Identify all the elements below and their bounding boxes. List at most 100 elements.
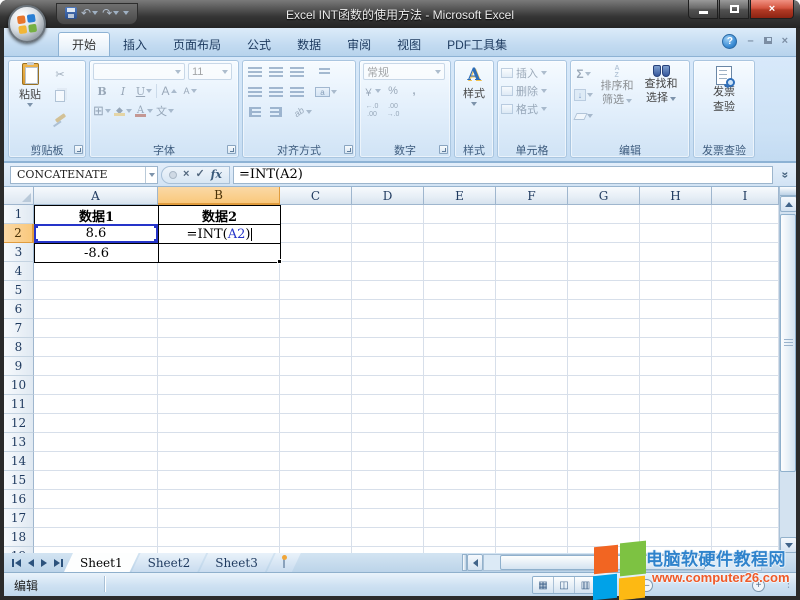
grid-cell-B13[interactable]: [158, 433, 280, 452]
first-sheet-button[interactable]: [12, 559, 21, 567]
cell-styles-button[interactable]: A 样式: [458, 63, 490, 106]
grid-cell-B17[interactable]: [158, 509, 280, 528]
grid-cell-B5[interactable]: [158, 281, 280, 300]
grid-cell-B8[interactable]: [158, 338, 280, 357]
row-header-2[interactable]: 2: [4, 224, 34, 243]
grid-cell-H16[interactable]: [640, 490, 712, 509]
grid-cell-E14[interactable]: [424, 452, 496, 471]
grid-cell-E15[interactable]: [424, 471, 496, 490]
redo-button[interactable]: ↷: [102, 7, 119, 19]
grid-cell-A11[interactable]: [34, 395, 158, 414]
prev-sheet-button[interactable]: [28, 559, 34, 567]
grid-cell-I17[interactable]: [712, 509, 779, 528]
grid-cell-I3[interactable]: [712, 243, 779, 262]
grid-cell-F13[interactable]: [496, 433, 568, 452]
wrap-text-button[interactable]: [315, 63, 333, 81]
align-center-button[interactable]: [267, 83, 285, 101]
grid-cell-G1[interactable]: [568, 205, 640, 224]
grid-cell-C13[interactable]: [280, 433, 352, 452]
column-header-H[interactable]: H: [640, 187, 712, 205]
grid-cell-H1[interactable]: [640, 205, 712, 224]
column-header-E[interactable]: E: [424, 187, 496, 205]
column-header-D[interactable]: D: [352, 187, 424, 205]
align-middle-button[interactable]: [267, 63, 285, 81]
row-header-17[interactable]: 17: [4, 509, 34, 528]
increase-decimal-button[interactable]: ←.0.00: [363, 102, 381, 120]
grid-cell-H9[interactable]: [640, 357, 712, 376]
row-header-15[interactable]: 15: [4, 471, 34, 490]
grid-cell-C9[interactable]: [280, 357, 352, 376]
formula-input[interactable]: =INT(A2): [233, 166, 773, 184]
grid-cell-D13[interactable]: [352, 433, 424, 452]
tab-review[interactable]: 审阅: [334, 32, 384, 56]
font-name-combo[interactable]: [93, 63, 185, 80]
grid-cell-F1[interactable]: [496, 205, 568, 224]
grid-cell-A6[interactable]: [34, 300, 158, 319]
delete-cells-button[interactable]: 删除: [516, 83, 538, 99]
font-size-combo[interactable]: 11: [188, 63, 232, 80]
grid-cell-E12[interactable]: [424, 414, 496, 433]
grid-cell-D2[interactable]: [352, 224, 424, 243]
grid-cell-F17[interactable]: [496, 509, 568, 528]
minimize-button[interactable]: [688, 0, 718, 19]
enter-entry-button[interactable]: ✓: [195, 169, 204, 180]
row-header-11[interactable]: 11: [4, 395, 34, 414]
column-header-G[interactable]: G: [568, 187, 640, 205]
grid-cell-B14[interactable]: [158, 452, 280, 471]
grid-cell-F9[interactable]: [496, 357, 568, 376]
row-header-13[interactable]: 13: [4, 433, 34, 452]
sheet-tab-sheet3[interactable]: Sheet3: [199, 553, 274, 572]
grid-cell-G18[interactable]: [568, 528, 640, 547]
grid-cell-G7[interactable]: [568, 319, 640, 338]
resize-grip-icon[interactable]: ⋮: [783, 577, 794, 590]
grid-cell-A14[interactable]: [34, 452, 158, 471]
row-header-7[interactable]: 7: [4, 319, 34, 338]
grid-cell-D8[interactable]: [352, 338, 424, 357]
grid-cell-C5[interactable]: [280, 281, 352, 300]
tab-formulas[interactable]: 公式: [234, 32, 284, 56]
row-header-12[interactable]: 12: [4, 414, 34, 433]
grid-cell-B10[interactable]: [158, 376, 280, 395]
grid-cell-G8[interactable]: [568, 338, 640, 357]
horizontal-scrollbar[interactable]: [462, 554, 762, 571]
grid-cell-D7[interactable]: [352, 319, 424, 338]
column-header-F[interactable]: F: [496, 187, 568, 205]
font-dialog-launcher[interactable]: [227, 145, 236, 154]
grid-cell-B15[interactable]: [158, 471, 280, 490]
grid-cell-A12[interactable]: [34, 414, 158, 433]
grid-cell-B11[interactable]: [158, 395, 280, 414]
select-all-corner[interactable]: [4, 187, 34, 205]
grid-cell-I6[interactable]: [712, 300, 779, 319]
autosum-button[interactable]: Σ: [574, 65, 593, 83]
grid-cell-E4[interactable]: [424, 262, 496, 281]
grid-cell-E6[interactable]: [424, 300, 496, 319]
row-header-6[interactable]: 6: [4, 300, 34, 319]
grid-cell-A13[interactable]: [34, 433, 158, 452]
align-right-button[interactable]: [288, 83, 306, 101]
invoice-check-button[interactable]: 发票 查验: [697, 63, 751, 115]
grid-cell-H18[interactable]: [640, 528, 712, 547]
workbook-minimize-button[interactable]: –: [747, 36, 753, 47]
cut-button[interactable]: ✂: [51, 65, 69, 83]
grid-cell-H3[interactable]: [640, 243, 712, 262]
grid-cell-C14[interactable]: [280, 452, 352, 471]
grid-cell-I18[interactable]: [712, 528, 779, 547]
tab-home[interactable]: 开始: [58, 32, 110, 56]
grid-cell-D15[interactable]: [352, 471, 424, 490]
grid-cell-E3[interactable]: [424, 243, 496, 262]
office-button[interactable]: [8, 5, 46, 43]
grid-cell-F11[interactable]: [496, 395, 568, 414]
row-header-16[interactable]: 16: [4, 490, 34, 509]
grid-cell-H4[interactable]: [640, 262, 712, 281]
grid-cell-D16[interactable]: [352, 490, 424, 509]
grid-cell-C10[interactable]: [280, 376, 352, 395]
grid-cell-E2[interactable]: [424, 224, 496, 243]
format-painter-button[interactable]: [51, 109, 69, 127]
grid-cell-F7[interactable]: [496, 319, 568, 338]
grid-cell-A17[interactable]: [34, 509, 158, 528]
last-sheet-button[interactable]: [54, 559, 63, 567]
grid-cell-I5[interactable]: [712, 281, 779, 300]
grid-cell-A5[interactable]: [34, 281, 158, 300]
grid-cell-I1[interactable]: [712, 205, 779, 224]
clear-button[interactable]: [574, 107, 593, 125]
